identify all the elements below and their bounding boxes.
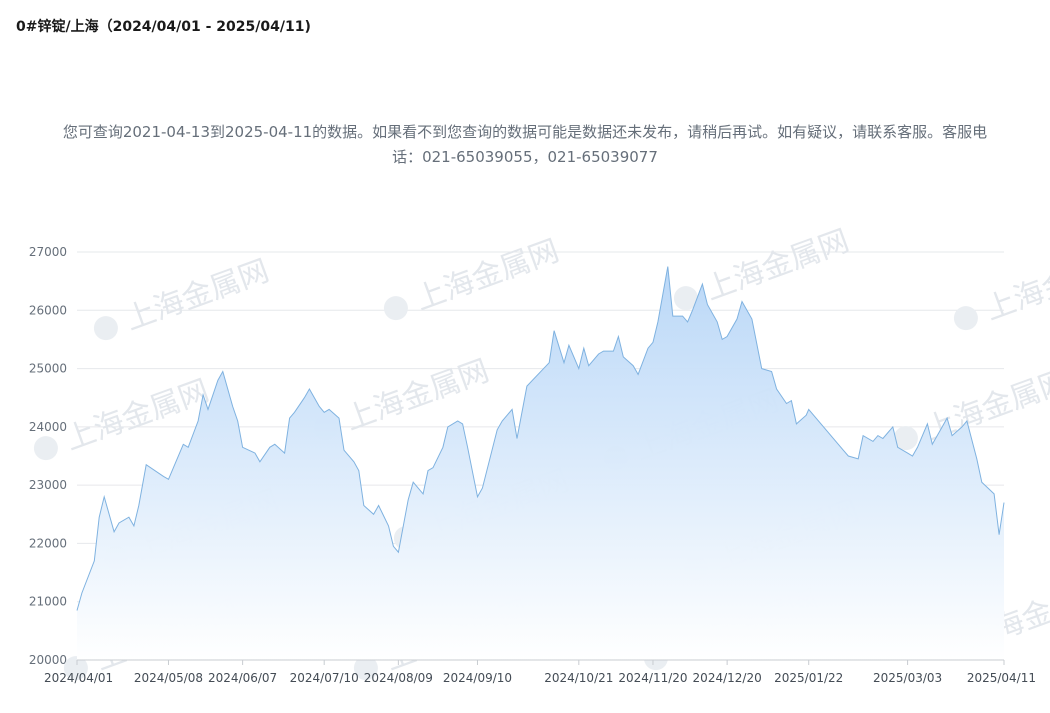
x-tick-label: 2024/11/20 — [618, 671, 687, 685]
x-axis-ticks: 2024/04/01 2024/05/08 2024/06/07 2024/07/10… — [44, 660, 1036, 685]
watermark: 上海金属网 — [953, 243, 1050, 331]
watermark: 上海金属网 — [93, 253, 274, 341]
watermark-text: 上海金属网 — [411, 233, 564, 317]
watermark: 上海金属网 — [383, 233, 564, 321]
watermark-logo-icon — [93, 316, 118, 341]
x-tick-label: 2024/07/10 — [290, 671, 359, 685]
x-tick-label: 2024/08/09 — [364, 671, 433, 685]
watermark-logo-icon — [383, 296, 408, 321]
watermark-text: 上海金属网 — [981, 243, 1050, 327]
x-tick-label: 2024/06/07 — [208, 671, 277, 685]
x-tick-label: 2025/03/03 — [873, 671, 942, 685]
x-tick-label: 2024/04/01 — [44, 671, 113, 685]
watermark-text: 上海金属网 — [341, 353, 494, 437]
watermark-logo-icon — [33, 436, 58, 461]
watermark-logo-icon — [953, 306, 978, 331]
watermark-text: 上海金属网 — [121, 253, 274, 337]
y-tick-label: 25000 — [29, 362, 67, 376]
x-tick-label: 2024/05/08 — [134, 671, 203, 685]
y-tick-label: 27000 — [29, 245, 67, 259]
price-area — [77, 266, 1004, 660]
price-chart: 2000021000220002300024000250002600027000… — [29, 223, 1050, 685]
x-tick-label: 2025/04/11 — [967, 671, 1036, 685]
x-tick-label: 2025/01/22 — [774, 671, 843, 685]
x-tick-label: 2024/10/21 — [544, 671, 613, 685]
y-tick-label: 22000 — [29, 536, 67, 550]
x-tick-label: 2024/09/10 — [443, 671, 512, 685]
x-tick-label: 2024/12/20 — [693, 671, 762, 685]
y-tick-label: 23000 — [29, 478, 67, 492]
y-tick-label: 20000 — [29, 653, 67, 667]
y-tick-label: 26000 — [29, 303, 67, 317]
watermark-text: 上海金属网 — [701, 223, 854, 307]
y-tick-label: 21000 — [29, 595, 67, 609]
